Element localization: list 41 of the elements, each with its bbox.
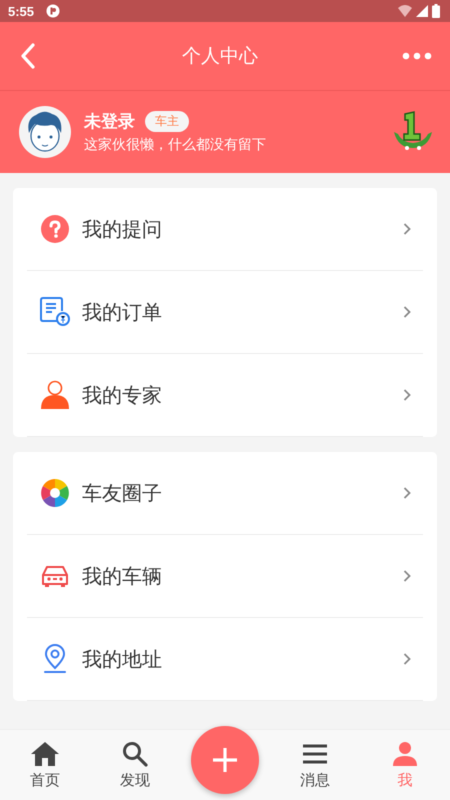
aperture-icon [40, 478, 70, 508]
nav-tab[interactable]: 发现 [90, 730, 180, 800]
chevron-right-icon [403, 305, 411, 319]
menu-label: 车友圈子 [82, 480, 163, 506]
add-button[interactable] [191, 726, 259, 794]
menu-item[interactable]: 车友圈子 [27, 452, 423, 535]
menu-label: 我的订单 [82, 298, 163, 326]
menu-item[interactable]: 我的地址 [27, 618, 423, 701]
chevron-right-icon [403, 652, 411, 666]
menu-item[interactable]: 我的车辆 [27, 535, 423, 618]
nav-tab[interactable]: 消息 [270, 730, 360, 800]
menu-item[interactable]: 我的提问 [27, 188, 423, 271]
menu-label: 我的地址 [82, 646, 163, 672]
wifi-icon [398, 5, 412, 17]
menu-label: 我的提问 [82, 216, 163, 242]
status-time: 5:55 [8, 4, 34, 18]
chevron-right-icon [403, 222, 411, 236]
menu-label: 我的车辆 [82, 562, 163, 590]
question-icon [40, 214, 70, 244]
battery-icon [432, 4, 440, 18]
page-title: 个人中心 [182, 44, 258, 69]
more-icon[interactable] [402, 52, 432, 60]
menu-item[interactable]: 我的专家 [27, 354, 423, 437]
signal-icon [416, 5, 428, 17]
person-icon [40, 380, 70, 410]
user-bio: 这家伙很懒，什么都没有留下 [84, 136, 267, 154]
plus-icon [212, 747, 238, 773]
chevron-right-icon [403, 388, 411, 402]
user-name: 未登录 [84, 111, 135, 133]
menu-item[interactable]: 我的订单 [27, 271, 423, 354]
chevron-right-icon [403, 569, 411, 583]
chevron-right-icon [403, 486, 411, 500]
person-icon [392, 740, 418, 766]
search-icon [122, 740, 148, 766]
nav-tab[interactable]: 首页 [0, 730, 90, 800]
role-badge: 车主 [145, 111, 189, 132]
avatar-icon[interactable] [18, 105, 72, 159]
home-icon [30, 740, 60, 766]
notification-icon [46, 4, 60, 18]
receipt-icon [40, 297, 70, 327]
menu-label: 我的专家 [82, 382, 163, 408]
